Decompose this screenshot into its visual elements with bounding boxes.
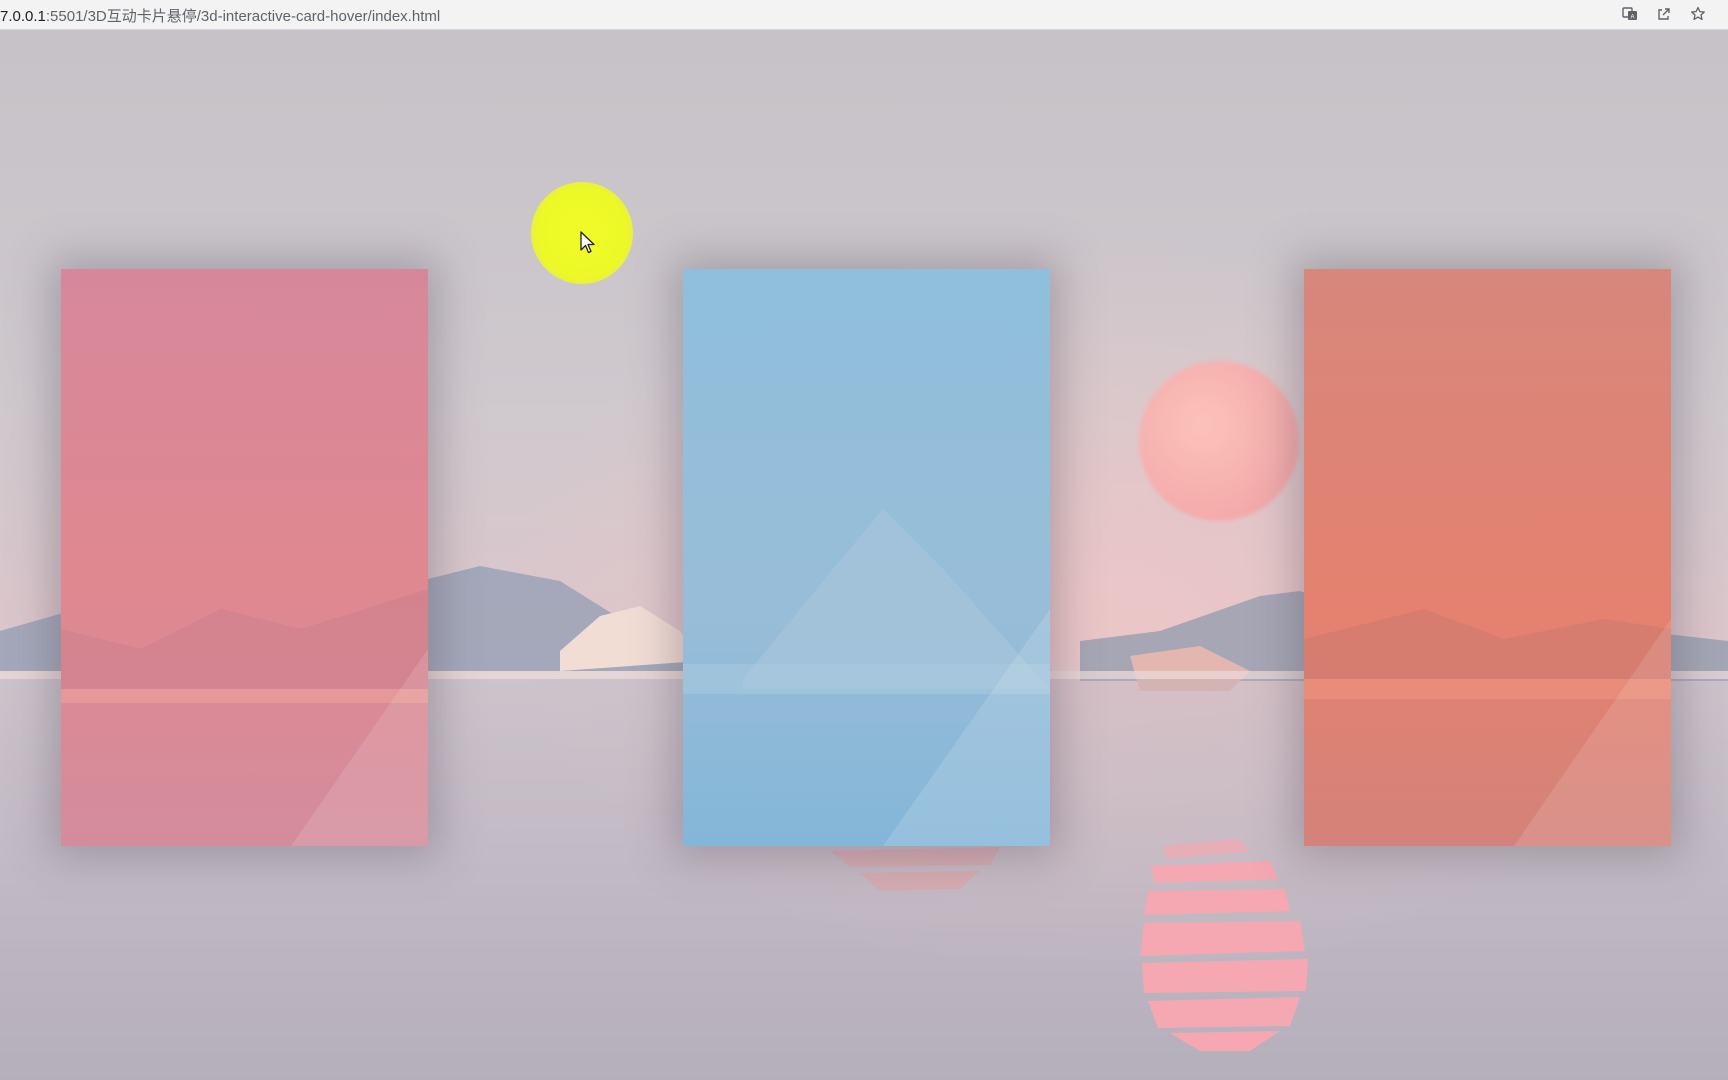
url-text[interactable]: 7.0.0.1:5501/3D互动卡片悬停/3d-interactive-car… <box>0 5 440 26</box>
share-icon[interactable] <box>1654 4 1674 24</box>
card-coral[interactable] <box>1304 269 1671 846</box>
page-scene <box>0 31 1728 1080</box>
bookmark-star-icon[interactable] <box>1688 4 1708 24</box>
card-pink-art <box>61 269 428 846</box>
mouse-cursor-icon <box>580 231 595 254</box>
svg-text:A: A <box>1630 15 1634 21</box>
card-blue[interactable] <box>683 269 1050 846</box>
card-blue-art <box>683 269 1050 846</box>
card-coral-art <box>1304 269 1671 846</box>
address-bar-actions: A <box>1620 4 1708 24</box>
card-pink[interactable] <box>61 269 428 846</box>
translate-icon[interactable]: A <box>1620 4 1640 24</box>
url-host: 7.0.0.1 <box>0 8 46 25</box>
browser-address-bar: 7.0.0.1:5501/3D互动卡片悬停/3d-interactive-car… <box>0 0 1728 30</box>
url-path: :5501/3D互动卡片悬停/3d-interactive-card-hover… <box>45 8 441 25</box>
